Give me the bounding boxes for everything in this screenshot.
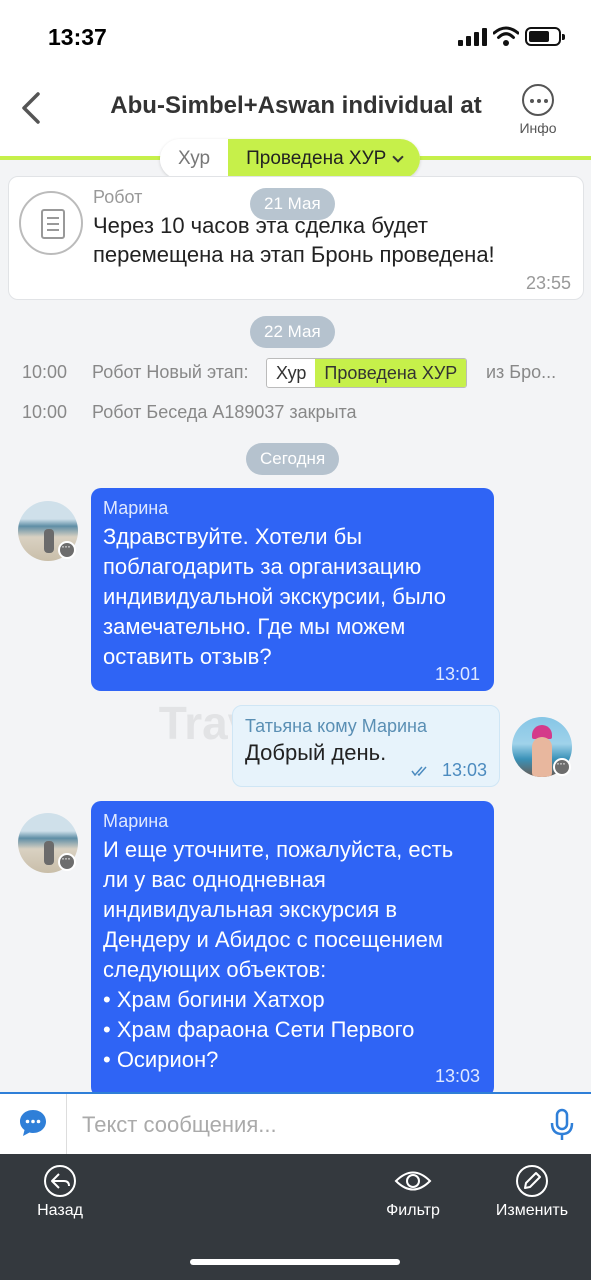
battery-icon: [525, 27, 565, 46]
system-text: Робот Новый этап:: [92, 362, 249, 382]
system-line: 10:00 Робот Новый этап: Хур Проведена ХУ…: [0, 358, 591, 388]
edit-button[interactable]: Изменить: [490, 1154, 574, 1234]
message-bullet: • Храм фараона Сети Первого: [103, 1017, 415, 1042]
back-label: Назад: [37, 1202, 83, 1219]
outgoing-message[interactable]: Татьяна кому Марина Добрый день. 13:03: [232, 705, 500, 787]
message-bullet: • Храм богини Хатхор: [103, 987, 325, 1012]
incoming-message[interactable]: Марина Здравствуйте. Хотели бы поблагода…: [91, 488, 494, 691]
eye-icon: [394, 1171, 432, 1191]
chat-badge-icon: [58, 539, 76, 559]
chat-badge-icon: [553, 756, 571, 776]
back-arrow-icon: [44, 1165, 76, 1197]
filter-button[interactable]: Фильтр: [372, 1154, 454, 1234]
system-time: 10:00: [22, 362, 68, 382]
system-line: 10:00 Робот Беседа A189037 закрыта: [0, 398, 591, 428]
system-tail: из Бро...: [486, 362, 557, 382]
message-time: 13:03: [441, 760, 487, 780]
stage-current: Проведена ХУР: [315, 359, 467, 387]
incoming-message[interactable]: Марина И еще уточните, пожалуйста, есть …: [91, 801, 494, 1092]
status-bar: 13:37: [0, 0, 591, 78]
stage-prev: Хур: [276, 363, 307, 383]
message-time: 13:01: [434, 664, 480, 684]
stage-change-pill: Хур Проведена ХУР: [266, 358, 468, 388]
divider: [66, 1094, 67, 1154]
filter-label: Фильтр: [386, 1202, 440, 1219]
pencil-icon: [516, 1165, 548, 1197]
message-text: Добрый день.: [245, 740, 387, 765]
message-input[interactable]: [82, 1108, 522, 1142]
date-chip: Сегодня: [246, 443, 340, 475]
wifi-icon: [493, 26, 519, 46]
message-time: 13:03: [434, 1066, 480, 1086]
robot-author: Робот: [93, 187, 143, 207]
back-button[interactable]: Назад: [20, 1154, 100, 1234]
page-title: Abu-Simbel+Aswan individual at: [110, 92, 482, 119]
info-button[interactable]: Инфо: [516, 84, 560, 144]
message-composer: [0, 1092, 591, 1154]
robot-text: Через 10 часов эта сделка будет перемеще…: [93, 213, 495, 267]
message-author: Марина: [103, 811, 169, 831]
message-text: Здравствуйте. Хотели бы поблагодарить за…: [103, 524, 446, 669]
edit-label: Изменить: [495, 1202, 569, 1219]
document-icon: [19, 191, 83, 255]
more-icon: [522, 84, 554, 116]
date-chip: 21 Мая: [250, 188, 335, 220]
message-text: И еще уточните, пожалуйста, есть ли у ва…: [103, 837, 454, 982]
message-bullet: • Осирион?: [103, 1047, 219, 1072]
message-author: Марина: [103, 498, 169, 518]
message-author: Татьяна кому Марина: [245, 716, 428, 736]
back-chevron-icon[interactable]: [18, 88, 46, 128]
microphone-icon[interactable]: [548, 1108, 576, 1142]
system-time: 10:00: [22, 402, 68, 422]
info-label: Инфо: [519, 120, 557, 136]
date-chip: 22 Мая: [250, 316, 335, 348]
status-time: 13:37: [48, 24, 107, 50]
chat-badge-icon: [58, 851, 76, 871]
double-check-icon: [411, 766, 427, 776]
robot-time: 23:55: [525, 273, 571, 293]
home-indicator: [190, 1259, 400, 1265]
system-text: Робот Беседа A189037 закрыта: [92, 402, 357, 422]
signal-icon: [458, 28, 488, 46]
chat-feed[interactable]: Albatross Travel Egypt Робот Через 10 ча…: [0, 160, 591, 1092]
chat-type-icon[interactable]: [18, 1108, 48, 1138]
